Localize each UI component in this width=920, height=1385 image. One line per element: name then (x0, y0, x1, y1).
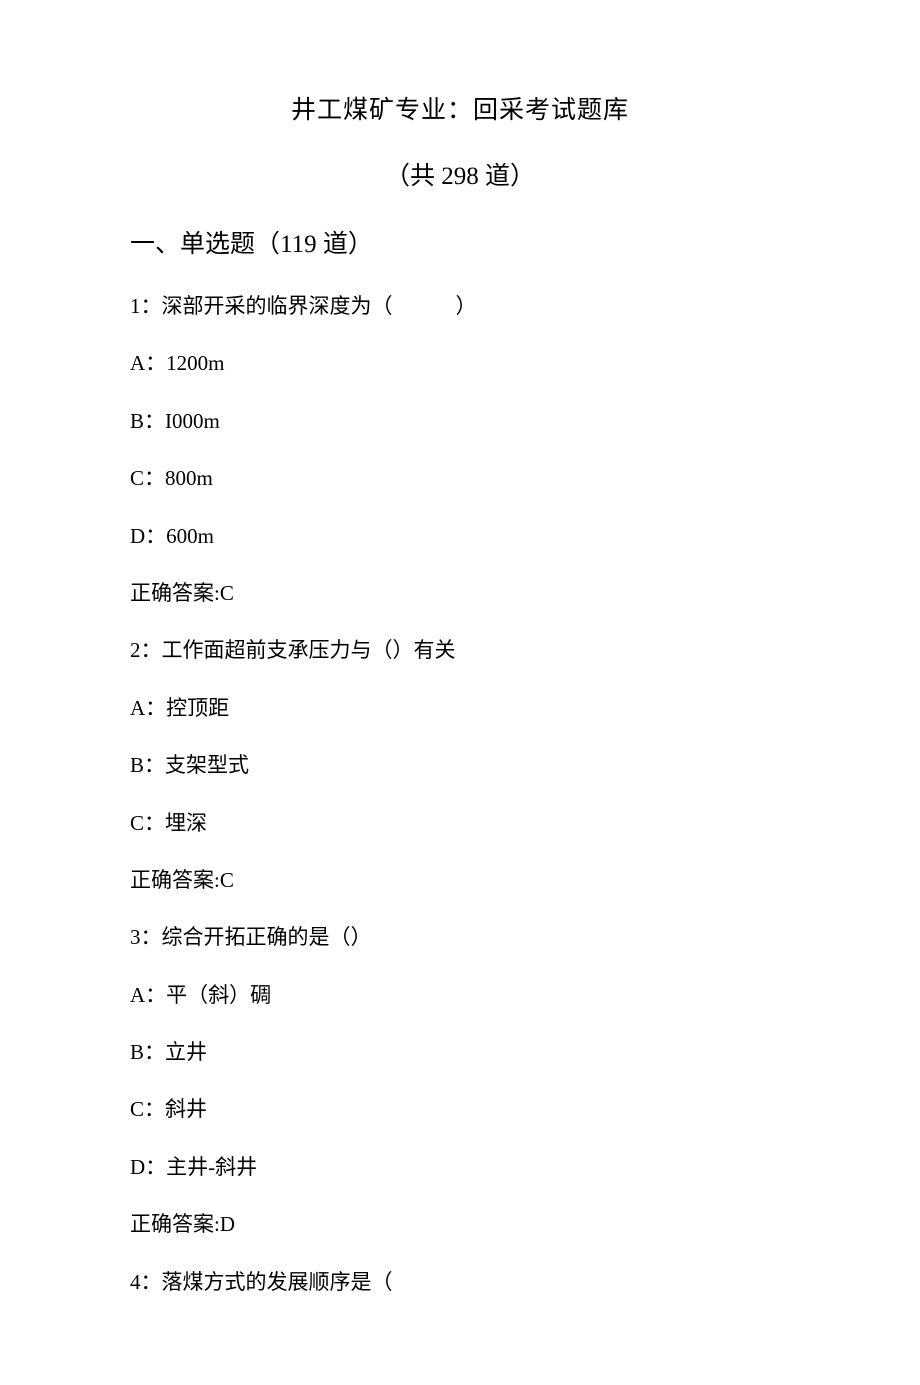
question-option: C：埋深 (130, 809, 790, 838)
question-answer: 正确答案:D (130, 1210, 790, 1239)
page-subtitle: （共 298 道） (130, 156, 790, 192)
question-answer: 正确答案:C (130, 579, 790, 608)
question-option: C：800m (130, 464, 790, 493)
question-stem: 3：综合开拓正确的是（） (130, 923, 790, 952)
question-block: 4：落煤方式的发展顺序是（ (130, 1268, 790, 1297)
page-title: 井工煤矿专业：回采考试题库 (130, 90, 790, 126)
question-stem: 4：落煤方式的发展顺序是（ (130, 1268, 790, 1297)
question-stem: 1：深部开采的临界深度为（ ） (130, 292, 790, 321)
question-option: D：600m (130, 522, 790, 551)
question-block: 3：综合开拓正确的是（） A：平（斜）碉 B：立井 C：斜井 D：主井-斜井 正… (130, 923, 790, 1239)
question-option: B：I000m (130, 407, 790, 436)
question-block: 2：工作面超前支承压力与（）有关 A：控顶距 B：支架型式 C：埋深 正确答案:… (130, 636, 790, 895)
question-option: A：控顶距 (130, 694, 790, 723)
question-block: 1：深部开采的临界深度为（ ） A：1200m B：I000m C：800m D… (130, 292, 790, 608)
question-option: B：支架型式 (130, 751, 790, 780)
question-option: A：平（斜）碉 (130, 981, 790, 1010)
section-heading: 一、单选题（119 道） (130, 224, 790, 260)
question-option: D：主井-斜井 (130, 1153, 790, 1182)
question-stem: 2：工作面超前支承压力与（）有关 (130, 636, 790, 665)
document-page: 井工煤矿专业：回采考试题库 （共 298 道） 一、单选题（119 道） 1：深… (0, 0, 920, 1385)
question-option: C：斜井 (130, 1095, 790, 1124)
question-option: A：1200m (130, 349, 790, 378)
question-option: B：立井 (130, 1038, 790, 1067)
question-answer: 正确答案:C (130, 866, 790, 895)
